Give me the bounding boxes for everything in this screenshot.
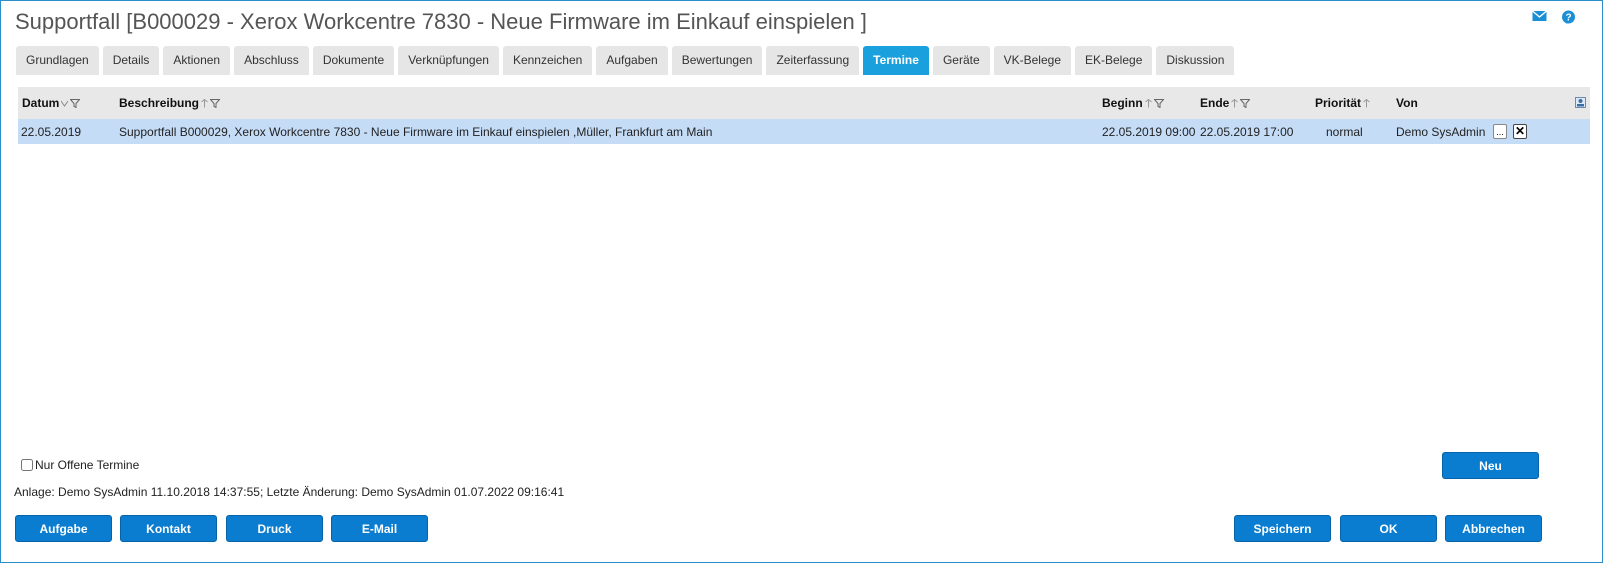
tab-vk-belege[interactable]: VK-Belege <box>993 46 1071 75</box>
cell-beschreibung: Supportfall B000029, Xerox Workcentre 78… <box>119 124 713 139</box>
save-button[interactable]: Speichern <box>1234 515 1331 542</box>
tab-termine[interactable]: Termine <box>863 46 929 75</box>
cell-ende: 22.05.2019 17:00 <box>1200 124 1294 139</box>
grid-header: Datum Beschreibung Beginn Ende Priorität <box>18 87 1590 119</box>
window-title: Supportfall [B000029 - Xerox Workcentre … <box>15 9 867 34</box>
tab-details[interactable]: Details <box>102 46 160 75</box>
aufgabe-button[interactable]: Aufgabe <box>15 515 112 542</box>
svg-text:?: ? <box>1565 13 1571 24</box>
column-von[interactable]: Von <box>1396 87 1418 119</box>
tab-ek-belege[interactable]: EK-Belege <box>1075 46 1153 75</box>
column-von-label: Von <box>1396 96 1418 110</box>
tab-bewertungen[interactable]: Bewertungen <box>671 46 763 75</box>
open-appointments-label: Nur Offene Termine <box>35 458 140 472</box>
filter-icon[interactable] <box>210 98 221 108</box>
column-ende[interactable]: Ende <box>1200 87 1251 119</box>
column-beginn-label: Beginn <box>1102 96 1143 110</box>
filter-icon[interactable] <box>1240 98 1251 108</box>
sort-icon[interactable] <box>1144 98 1152 108</box>
tab-kennzeichen[interactable]: Kennzeichen <box>502 46 593 75</box>
column-prioritaet-label: Priorität <box>1315 96 1362 110</box>
column-settings-icon[interactable] <box>1575 97 1586 111</box>
new-appointment-button[interactable]: Neu <box>1442 452 1539 479</box>
tab-bar: Grundlagen Details Aktionen Abschluss Do… <box>16 46 1235 75</box>
cell-von: Demo SysAdmin <box>1396 124 1486 139</box>
column-ende-label: Ende <box>1200 96 1230 110</box>
tab-verknuepfungen[interactable]: Verknüpfungen <box>398 46 499 75</box>
filter-icon[interactable] <box>70 98 81 108</box>
row-edit-button[interactable]: ... <box>1493 124 1507 139</box>
tab-grundlagen[interactable]: Grundlagen <box>16 46 99 75</box>
tab-zeiterfassung[interactable]: Zeiterfassung <box>766 46 860 75</box>
cell-beginn: 22.05.2019 09:00 <box>1102 124 1196 139</box>
column-datum[interactable]: Datum <box>22 87 81 119</box>
sort-icon[interactable] <box>201 98 208 108</box>
column-beschreibung[interactable]: Beschreibung <box>119 87 221 119</box>
tab-geraete[interactable]: Geräte <box>932 46 990 75</box>
mail-icon[interactable] <box>1532 10 1547 23</box>
table-row[interactable]: 22.05.2019 Supportfall B000029, Xerox Wo… <box>18 119 1590 144</box>
open-appointments-filter[interactable]: Nur Offene Termine <box>21 458 139 472</box>
druck-button[interactable]: Druck <box>226 515 323 542</box>
tab-diskussion[interactable]: Diskussion <box>1156 46 1235 75</box>
email-button[interactable]: E-Mail <box>331 515 428 542</box>
column-beschreibung-label: Beschreibung <box>119 96 200 110</box>
tab-aktionen[interactable]: Aktionen <box>163 46 231 75</box>
tab-aufgaben[interactable]: Aufgaben <box>596 46 668 75</box>
audit-info: Anlage: Demo SysAdmin 11.10.2018 14:37:5… <box>14 485 565 499</box>
kontakt-button[interactable]: Kontakt <box>120 515 217 542</box>
column-datum-label: Datum <box>22 96 60 110</box>
sort-icon[interactable] <box>1231 98 1239 108</box>
help-icon[interactable]: ? <box>1561 10 1576 24</box>
tab-dokumente[interactable]: Dokumente <box>312 46 395 75</box>
cell-datum: 22.05.2019 <box>21 124 82 139</box>
dialog-window: Supportfall [B000029 - Xerox Workcentre … <box>0 0 1603 563</box>
column-beginn[interactable]: Beginn <box>1102 87 1164 119</box>
column-prioritaet[interactable]: Priorität <box>1315 87 1370 119</box>
row-delete-button[interactable]: ✕ <box>1513 124 1527 139</box>
tab-abschluss[interactable]: Abschluss <box>234 46 309 75</box>
filter-icon[interactable] <box>1153 98 1164 108</box>
appointments-grid: Datum Beschreibung Beginn Ende Priorität <box>18 87 1590 144</box>
open-appointments-checkbox[interactable] <box>21 459 33 471</box>
ok-button[interactable]: OK <box>1340 515 1437 542</box>
cancel-button[interactable]: Abbrechen <box>1445 515 1542 542</box>
sort-icon[interactable] <box>1363 98 1370 108</box>
sort-icon[interactable] <box>61 99 69 108</box>
top-icon-bar: ? <box>1532 10 1576 24</box>
cell-prioritaet: normal <box>1326 124 1363 139</box>
